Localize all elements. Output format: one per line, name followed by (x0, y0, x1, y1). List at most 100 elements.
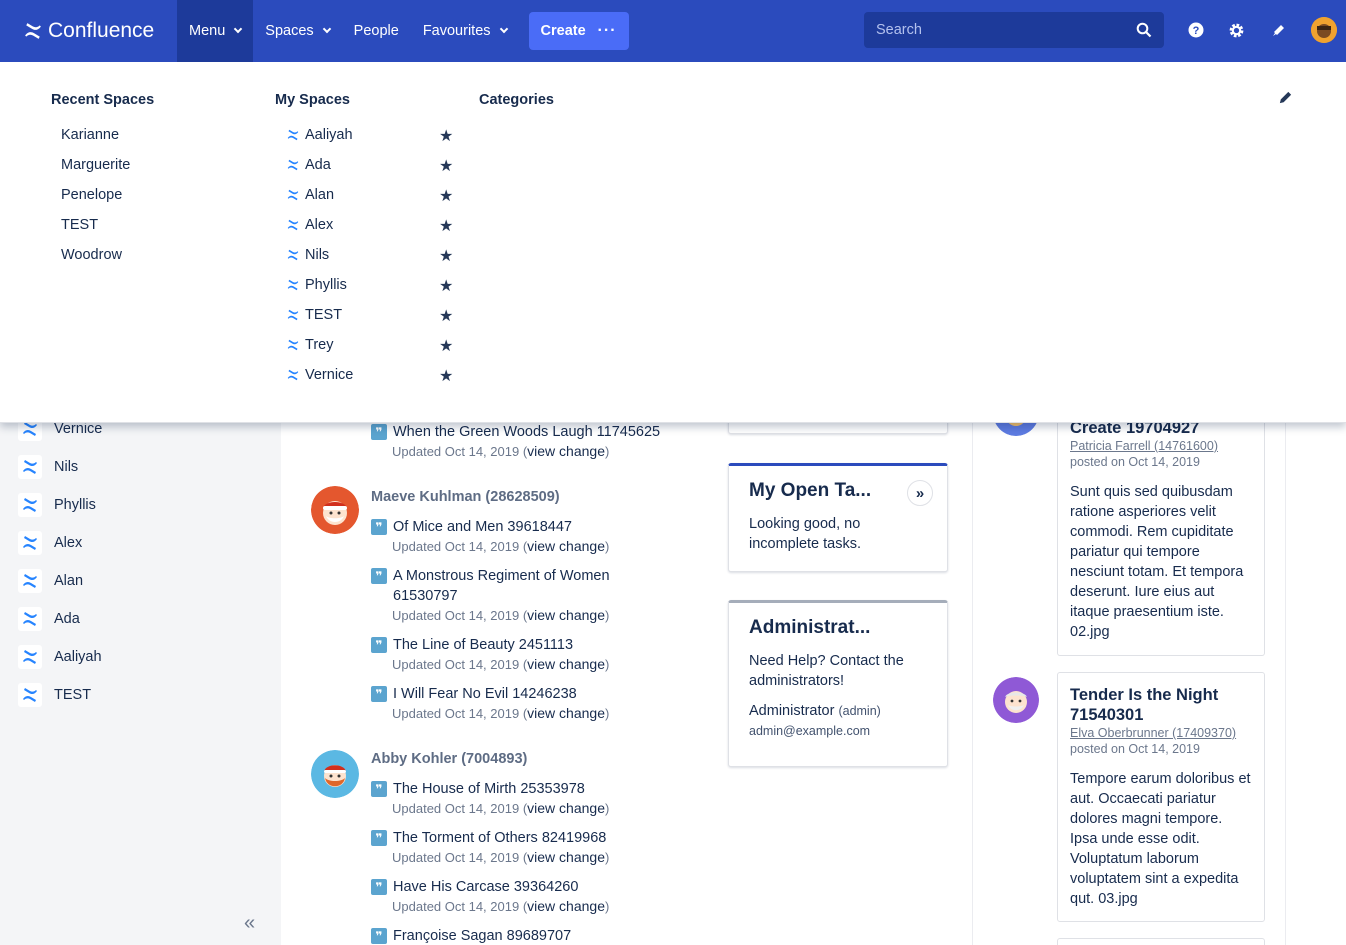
activity-item[interactable]: ❞ The Line of Beauty 2451113 Updated Oct … (371, 635, 701, 674)
activity-title[interactable]: Françoise Sagan 89689707 (393, 926, 571, 945)
activity-title[interactable]: When the Green Woods Laugh 11745625 (393, 422, 660, 442)
search-input[interactable]: Search (864, 12, 1164, 48)
activity-item[interactable]: ❞ When the Green Woods Laugh 11745625 Upd… (371, 422, 701, 461)
settings-gear-icon[interactable] (1225, 19, 1247, 41)
page-icon: ❞ (371, 830, 387, 846)
confluence-logo[interactable]: Confluence (0, 0, 177, 62)
sidebar-item-test[interactable]: TEST (18, 682, 91, 708)
post-title[interactable]: Tender Is the Night 71540301 (1070, 685, 1252, 725)
user-avatar[interactable] (1311, 17, 1337, 43)
sidebar-item-nils[interactable]: Nils (18, 454, 78, 480)
notifications-megaphone-icon[interactable] (1268, 19, 1290, 41)
blog-post-card[interactable]: Create 19704927 Patricia Farrell (147616… (1057, 400, 1265, 656)
my-space-item[interactable]: Nils ★ (287, 246, 457, 266)
user-name[interactable]: Maeve Kuhlman (28628509) (371, 489, 560, 505)
recent-space-item[interactable]: Karianne (61, 127, 119, 143)
my-space-item[interactable]: Ada ★ (287, 156, 457, 176)
create-button[interactable]: Create ··· (528, 12, 629, 50)
my-space-label: Ada (305, 157, 331, 173)
my-space-item[interactable]: Alex ★ (287, 216, 457, 236)
expand-icon[interactable]: » (907, 480, 933, 506)
activity-title[interactable]: The Torment of Others 82419968 (393, 828, 606, 848)
star-icon[interactable]: ★ (439, 366, 453, 386)
post-author[interactable]: Elva Oberbrunner (17409370) (1070, 725, 1252, 741)
blog-post-card[interactable] (1057, 938, 1265, 945)
activity-title[interactable]: I Will Fear No Evil 14246238 (393, 684, 577, 704)
sidebar-item-alan[interactable]: Alan (18, 568, 83, 594)
my-space-label: Nils (305, 247, 330, 263)
chevron-down-icon (234, 24, 243, 34)
activity-item[interactable]: ❞ Françoise Sagan 89689707 (371, 926, 701, 945)
my-spaces-heading: My Spaces (275, 92, 350, 108)
star-icon[interactable]: ★ (439, 126, 453, 146)
admin-email[interactable]: admin@example.com (749, 721, 927, 741)
activity-item[interactable]: ❞ Have His Carcase 39364260 Updated Oct 1… (371, 877, 701, 916)
star-icon[interactable]: ★ (439, 186, 453, 206)
space-icon (287, 249, 299, 261)
view-change-link[interactable]: view change (527, 800, 605, 816)
sidebar-item-alex[interactable]: Alex (18, 530, 82, 556)
menu-dropdown[interactable]: Menu (177, 0, 254, 62)
sidebar-item-phyllis[interactable]: Phyllis (18, 492, 96, 518)
activity-meta: Updated Oct 14, 2019 ( (392, 850, 528, 865)
activity-item[interactable]: ❞ The House of Mirth 25353978 Updated Oct… (371, 779, 701, 818)
star-icon[interactable]: ★ (439, 276, 453, 296)
more-icon[interactable]: ··· (598, 22, 617, 40)
activity-title[interactable]: The House of Mirth 25353978 (393, 779, 585, 799)
star-icon[interactable]: ★ (439, 216, 453, 236)
activity-item[interactable]: ❞ Of Mice and Men 39618447 Updated Oct 14… (371, 517, 701, 556)
activity-meta-close: ) (604, 899, 610, 914)
user-avatar[interactable] (311, 486, 359, 534)
my-space-item[interactable]: Trey ★ (287, 336, 457, 356)
my-space-item[interactable]: Aaliyah ★ (287, 126, 457, 146)
my-space-item[interactable]: Alan ★ (287, 186, 457, 206)
activity-title[interactable]: Have His Carcase 39364260 (393, 877, 578, 897)
view-change-link[interactable]: view change (527, 898, 605, 914)
my-space-item[interactable]: TEST ★ (287, 306, 457, 326)
favourites-dropdown[interactable]: Favourites (411, 0, 519, 62)
spaces-dropdown[interactable]: Spaces (253, 0, 341, 62)
user-avatar[interactable] (311, 750, 359, 798)
activity-title[interactable]: A Monstrous Regiment of Women 61530797 (393, 566, 621, 606)
edit-pencil-icon[interactable] (1278, 90, 1293, 108)
post-author[interactable]: Patricia Farrell (14761600) (1070, 438, 1252, 454)
my-space-item[interactable]: Vernice ★ (287, 366, 457, 386)
page-icon: ❞ (371, 637, 387, 653)
recent-space-item[interactable]: TEST (61, 217, 98, 233)
activity-title[interactable]: Of Mice and Men 39618447 (393, 517, 572, 537)
activity-title[interactable]: The Line of Beauty 2451113 (393, 635, 573, 655)
activity-item[interactable]: ❞ A Monstrous Regiment of Women 61530797 … (371, 566, 621, 625)
star-icon[interactable]: ★ (439, 156, 453, 176)
blog-post-card[interactable]: Tender Is the Night 71540301 Elva Oberbr… (1057, 672, 1265, 922)
activity-item[interactable]: ❞ I Will Fear No Evil 14246238 Updated Oc… (371, 684, 701, 723)
view-change-link[interactable]: view change (527, 656, 605, 672)
recent-space-item[interactable]: Marguerite (61, 157, 130, 173)
view-change-link[interactable]: view change (527, 607, 605, 623)
view-change-link[interactable]: view change (527, 443, 605, 459)
post-body: Tempore earum doloribus et aut. Occaecat… (1070, 771, 1251, 907)
star-icon[interactable]: ★ (439, 306, 453, 326)
card-body: Need Help? Contact the administrators! (749, 653, 904, 689)
collapse-sidebar-button[interactable]: « (244, 912, 255, 935)
star-icon[interactable]: ★ (439, 336, 453, 356)
my-space-label: TEST (305, 307, 343, 323)
my-space-label: Trey (305, 337, 334, 353)
user-name[interactable]: Abby Kohler (7004893) (371, 751, 527, 767)
recent-space-item[interactable]: Penelope (61, 187, 122, 203)
sidebar-item-aaliyah[interactable]: Aaliyah (18, 644, 102, 670)
search-icon[interactable] (1136, 22, 1152, 38)
star-icon[interactable]: ★ (439, 246, 453, 266)
help-icon[interactable]: ? (1185, 19, 1207, 41)
recent-space-item[interactable]: Woodrow (61, 247, 122, 263)
view-change-link[interactable]: view change (527, 538, 605, 554)
space-icon (287, 129, 299, 141)
view-change-link[interactable]: view change (527, 705, 605, 721)
sidebar-item-ada[interactable]: Ada (18, 606, 80, 632)
my-space-item[interactable]: Phyllis ★ (287, 276, 457, 296)
admin-name[interactable]: Administrator (749, 703, 834, 719)
view-change-link[interactable]: view change (527, 849, 605, 865)
activity-meta: Updated Oct 14, 2019 ( (392, 657, 528, 672)
people-link[interactable]: People (342, 0, 411, 62)
post-author-avatar[interactable] (993, 677, 1039, 723)
activity-item[interactable]: ❞ The Torment of Others 82419968 Updated … (371, 828, 701, 867)
